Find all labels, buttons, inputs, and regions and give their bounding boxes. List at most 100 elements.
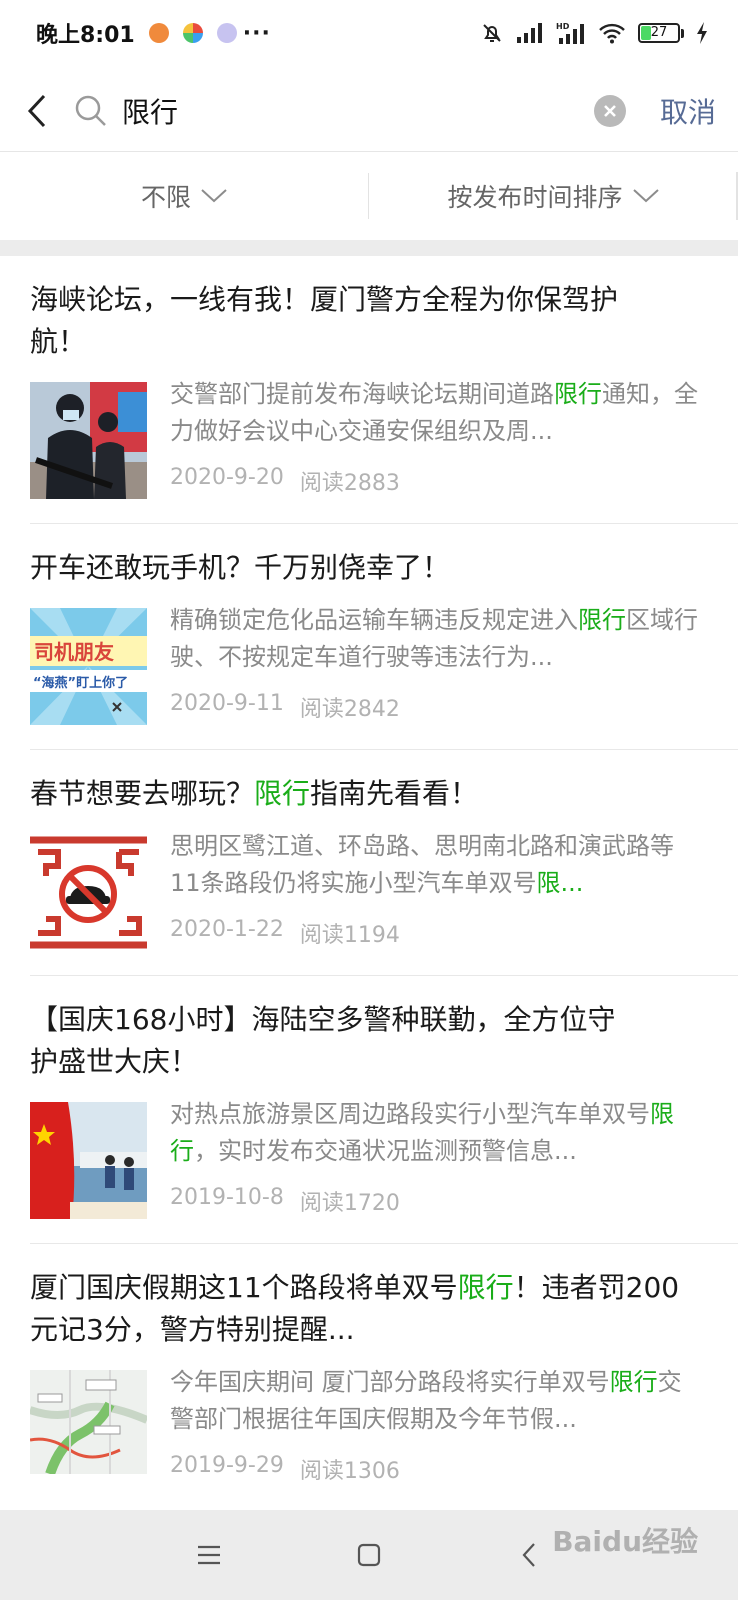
result-title: 厦门国庆假期这11个路段将单双号限行！违者罚200元记3分，警方特别提醒... [30, 1267, 700, 1351]
filter-sort-label: 按发布时间排序 [447, 183, 623, 212]
keyword-highlight: 限行 [457, 1271, 514, 1304]
snippet-text: 思明区鹭江道、环岛路、思明南北路和演武路等11条路段仍将实施小型汽车单双号 [170, 832, 674, 897]
snippet-text: ，实时发布交通状况监测预警信息... [194, 1137, 577, 1165]
police-officers-image [30, 382, 147, 499]
app-notification-icon [182, 23, 203, 43]
thumb-caption: 司机朋友 [34, 640, 114, 664]
filter-sort-dropdown[interactable]: 按发布时间排序 [369, 178, 737, 214]
result-item[interactable]: 开车还敢玩手机？千万别侥幸了！ 司机朋友 “海燕”盯上你了 精确锁定危化品运输车… [0, 524, 738, 750]
result-read-count: 阅读2883 [299, 471, 400, 496]
snippet-text: 今年国庆期间 厦门部分路段将实行单双号 [170, 1368, 610, 1396]
result-snippet: 思明区鹭江道、环岛路、思明南北路和演武路等11条路段仍将实施小型汽车单双号限..… [170, 828, 698, 902]
result-read-count: 阅读1194 [299, 923, 400, 948]
result-date: 2020-9-11 [170, 691, 284, 716]
result-meta: 2020-9-20 阅读2883 [170, 465, 400, 497]
filter-bar: 不限 按发布时间排序 [0, 152, 738, 240]
battery-icon: 27 [638, 23, 684, 43]
result-title: 【国庆168小时】海陆空多警种联勤，全方位守 护盛世大庆！ [30, 999, 700, 1083]
filter-range-label: 不限 [140, 183, 191, 212]
result-title-line: 护盛世大庆！ [30, 1045, 199, 1078]
chevron-left-icon [27, 94, 46, 127]
home-square-icon [357, 1543, 381, 1567]
result-item[interactable]: 厦门国庆假期这11个路段将单双号限行！违者罚200元记3分，警方特别提醒... … [0, 1244, 738, 1510]
snippet-text: 交警部门提前发布海峡论坛期间道路 [170, 380, 554, 408]
result-item[interactable]: 【国庆168小时】海陆空多警种联勤，全方位守 护盛世大庆！ 对热点旅游景区周边路… [0, 976, 738, 1244]
national-flag-police-image [30, 1102, 147, 1219]
status-time: 晚上8:01 [36, 23, 135, 48]
result-item[interactable]: 春节想要去哪玩？限行指南先看看！ 思明区鹭江道、环岛路、思明南北路和演武路等11… [0, 750, 738, 976]
result-date: 2019-9-29 [170, 1453, 284, 1478]
more-notifications-icon: ··· [242, 20, 271, 46]
result-date: 2020-1-22 [170, 917, 284, 942]
result-thumbnail: 司机朋友 “海燕”盯上你了 [30, 608, 147, 725]
result-read-count: 阅读2842 [299, 697, 400, 722]
result-title-line: 海峡论坛，一线有我！厦门警方全程为你保驾护 [30, 283, 619, 316]
app-notification-icon [216, 23, 237, 43]
status-app-icons [148, 23, 237, 43]
result-read-count: 阅读1306 [299, 1459, 400, 1484]
mute-bell-icon [483, 24, 501, 42]
menu-icon [198, 1545, 220, 1565]
close-icon [604, 104, 616, 117]
result-snippet: 交警部门提前发布海峡论坛期间道路限行通知，全力做好会议中心交通安保组织及周... [170, 376, 698, 450]
result-title-text: 指南先看看！ [310, 777, 479, 810]
result-meta: 2020-9-11 阅读2842 [170, 691, 400, 723]
result-date: 2020-9-20 [170, 465, 284, 490]
search-input[interactable] [122, 85, 594, 136]
result-thumbnail [30, 382, 147, 499]
result-meta: 2019-10-8 阅读1720 [170, 1185, 400, 1217]
status-bar: 晚上8:01 ··· HD 27 [0, 0, 738, 66]
chevron-down-icon [201, 189, 227, 203]
app-notification-icon [148, 23, 169, 43]
status-right: HD 27 [480, 21, 708, 45]
keyword-highlight: 限... [536, 869, 584, 897]
result-title: 春节想要去哪玩？限行指南先看看！ [30, 773, 700, 815]
driver-warning-image: 司机朋友 “海燕”盯上你了 [30, 608, 147, 725]
clear-search-button[interactable] [593, 94, 626, 127]
result-thumbnail [30, 834, 147, 951]
result-title-text: 厦门国庆假期这11个路段将单双号 [30, 1271, 458, 1304]
search-icon [75, 95, 106, 126]
route-map-image [30, 1370, 147, 1474]
result-meta: 2020-1-22 阅读1194 [170, 917, 400, 949]
filter-range-dropdown[interactable]: 不限 [0, 178, 368, 214]
battery-level: 27 [650, 25, 668, 40]
back-nav-button[interactable] [509, 1535, 549, 1575]
section-separator [0, 240, 738, 256]
result-snippet: 对热点旅游景区周边路段实行小型汽车单双号限行，实时发布交通状况监测预警信息... [170, 1096, 698, 1170]
keyword-highlight: 限行 [609, 1368, 658, 1396]
wifi-icon [599, 23, 625, 44]
no-driving-sign-image [30, 834, 147, 951]
thumb-caption: “海燕”盯上你了 [33, 675, 128, 691]
result-title-line: 【国庆168小时】海陆空多警种联勤，全方位守 [30, 1003, 616, 1036]
result-title: 开车还敢玩手机？千万别侥幸了！ [30, 547, 700, 589]
search-bar: 取消 [0, 70, 738, 152]
result-title-line: 航！ [30, 325, 87, 358]
charging-icon [697, 22, 707, 44]
home-button[interactable] [349, 1535, 389, 1575]
result-title-text: 春节想要去哪玩？ [30, 777, 255, 810]
result-snippet: 精确锁定危化品运输车辆违反规定进入限行区域行驶、不按规定车道行驶等违法行为... [170, 602, 698, 676]
keyword-highlight: 限行 [554, 380, 602, 408]
result-read-count: 阅读1720 [299, 1191, 400, 1216]
result-thumbnail [30, 1102, 147, 1219]
watermark-logo: Baidu经验 [552, 1525, 698, 1558]
result-item[interactable]: 海峡论坛，一线有我！厦门警方全程为你保驾护 航！ 交警部门提前发布海峡论坛期间道… [0, 256, 738, 524]
result-title-line: 开车还敢玩手机？千万别侥幸了！ [30, 551, 451, 584]
back-button[interactable] [22, 91, 52, 131]
result-meta: 2019-9-29 阅读1306 [170, 1453, 400, 1485]
result-snippet: 今年国庆期间 厦门部分路段将实行单双号限行交警部门根据往年国庆假期及今年节假..… [170, 1364, 698, 1438]
chevron-left-icon [522, 1543, 535, 1567]
chevron-down-icon [632, 189, 659, 203]
keyword-highlight: 限行 [254, 777, 311, 810]
signal-icon [517, 23, 542, 43]
hd-signal-icon: HD [556, 22, 584, 44]
menu-button[interactable] [189, 1535, 229, 1575]
result-thumbnail [30, 1370, 147, 1474]
svg-text:HD: HD [556, 22, 570, 31]
snippet-text: 对热点旅游景区周边路段实行小型汽车单双号 [170, 1100, 650, 1128]
result-title: 海峡论坛，一线有我！厦门警方全程为你保驾护 航！ [30, 279, 700, 363]
cancel-button[interactable]: 取消 [660, 91, 716, 131]
result-date: 2019-10-8 [170, 1185, 284, 1210]
keyword-highlight: 限行 [578, 606, 626, 634]
